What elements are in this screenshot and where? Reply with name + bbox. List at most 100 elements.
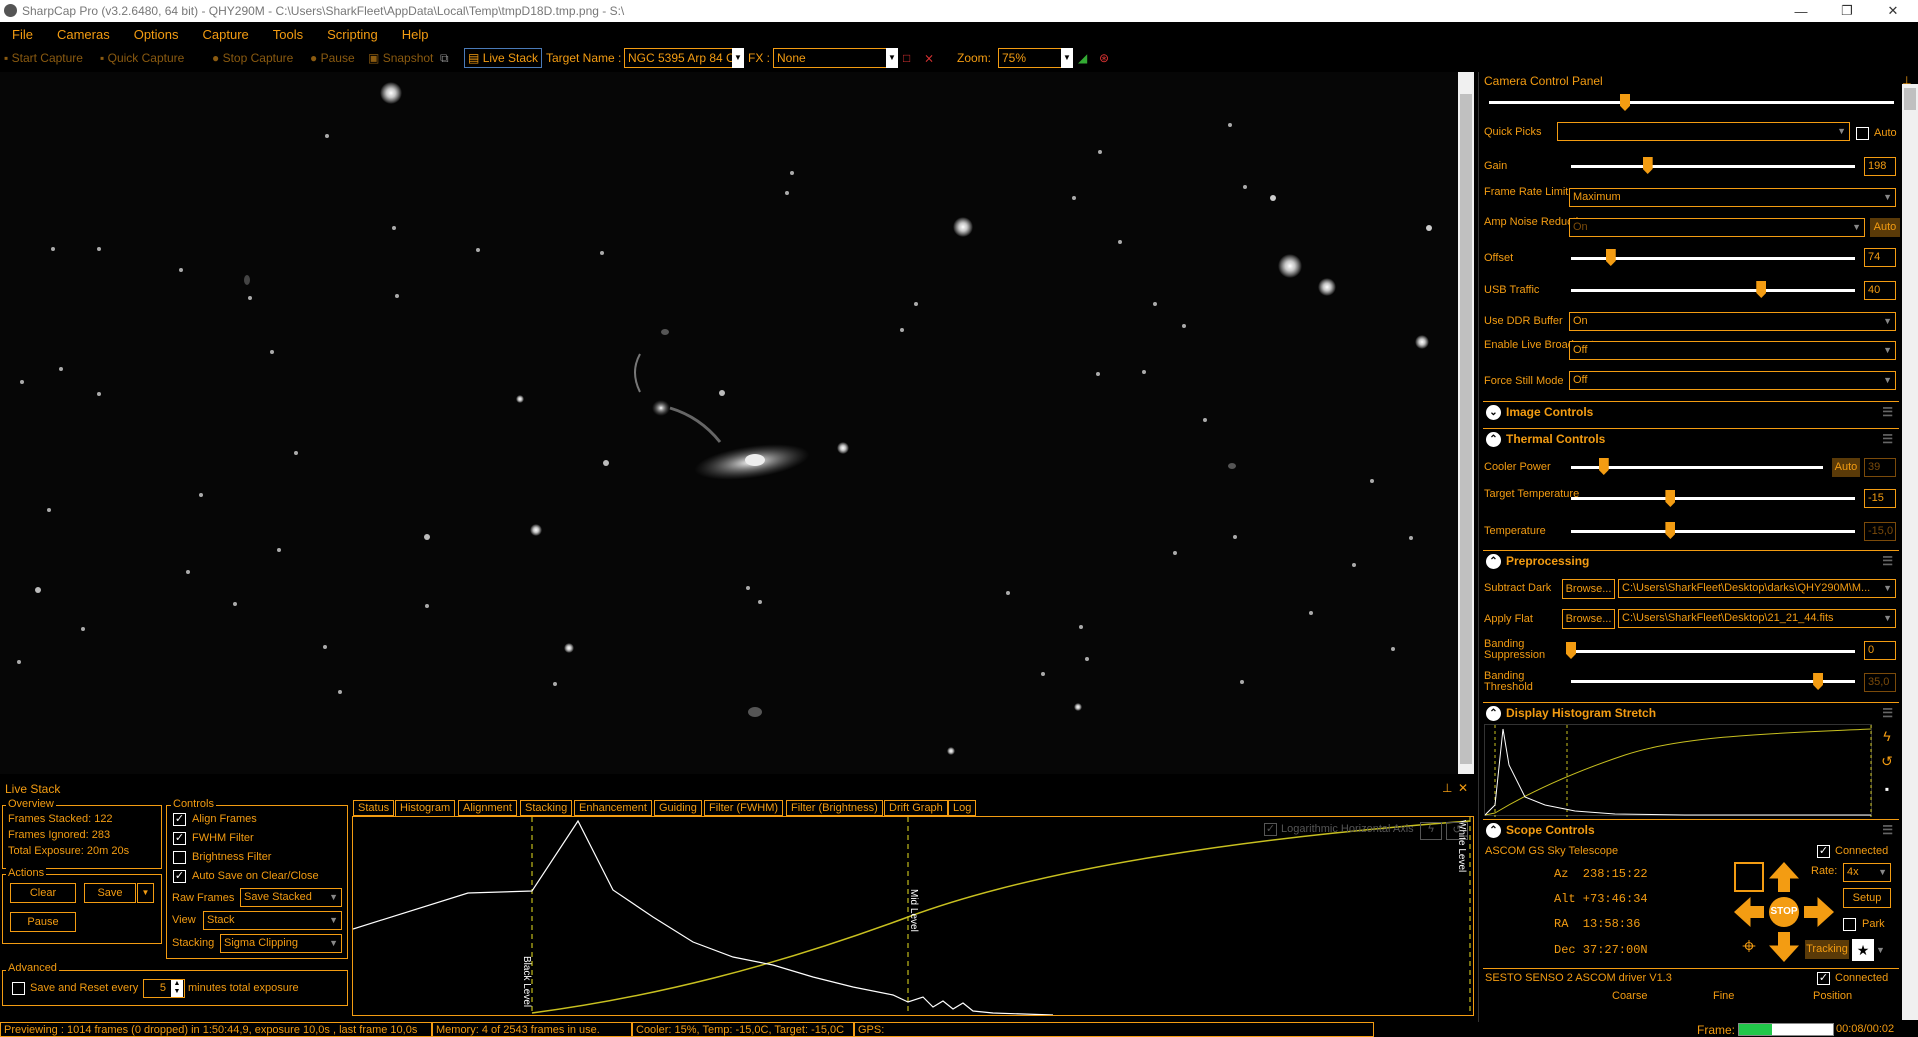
- amp-noise-auto-button[interactable]: Auto: [1870, 218, 1900, 237]
- menu-capture[interactable]: Capture: [191, 27, 261, 42]
- histogram-icon[interactable]: ◢: [1078, 49, 1087, 67]
- frame-rate-select[interactable]: Maximum ▼: [1569, 188, 1896, 207]
- crosshair-icon[interactable]: ⌖: [1734, 932, 1764, 962]
- live-stack-close-icon[interactable]: ✕: [1458, 781, 1468, 795]
- banding-threshold-value[interactable]: 35,0: [1864, 673, 1896, 692]
- tab-alignment[interactable]: Alignment: [458, 800, 517, 816]
- display-stretch-header[interactable]: ⌃ Display Histogram Stretch ☰: [1483, 702, 1899, 724]
- target-name-input[interactable]: NGC 5395 Arp 84 C: [624, 48, 742, 68]
- stretch-histogram[interactable]: [1484, 724, 1872, 817]
- menu-file[interactable]: File: [0, 27, 45, 42]
- focuser-connected-checkbox[interactable]: ✓: [1817, 972, 1830, 985]
- banding-threshold-slider-thumb[interactable]: [1813, 673, 1824, 690]
- live-stack-pin-icon[interactable]: ⊥: [1442, 781, 1452, 795]
- maximize-button[interactable]: ❐: [1824, 0, 1870, 22]
- panel-vertical-scrollbar[interactable]: [1902, 84, 1918, 1020]
- hamburger-menu-icon[interactable]: ☰: [1882, 432, 1893, 446]
- zoom-dropdown-icon[interactable]: ▼: [1061, 48, 1073, 68]
- reset-icon[interactable]: ↺: [1876, 753, 1898, 771]
- lightning-icon[interactable]: ϟ: [1876, 728, 1898, 746]
- panel-scrollbar-thumb[interactable]: [1904, 88, 1916, 110]
- scope-setup-button[interactable]: Setup: [1843, 888, 1891, 908]
- image-controls-header[interactable]: ⌄ Image Controls ☰: [1483, 401, 1899, 423]
- clear-button[interactable]: Clear: [10, 883, 76, 903]
- save-icon[interactable]: ▪: [1876, 782, 1898, 800]
- live-stack-button[interactable]: ▤ Live Stack: [464, 48, 543, 68]
- cooler-power-value[interactable]: 39: [1864, 458, 1896, 477]
- save-dropdown-icon[interactable]: ▼: [137, 883, 154, 903]
- cooler-power-slider[interactable]: [1571, 466, 1823, 469]
- thermal-controls-header[interactable]: ⌃ Thermal Controls ☰: [1483, 428, 1899, 450]
- reticle-square-icon[interactable]: □: [903, 49, 910, 67]
- histogram-auto-lightning-icon[interactable]: ϟ: [1420, 822, 1442, 840]
- histogram-reset-icon[interactable]: ↺: [1446, 822, 1468, 840]
- target-name-dropdown-icon[interactable]: ▼: [732, 48, 744, 68]
- target-temperature-slider-thumb[interactable]: [1665, 490, 1676, 507]
- stop-capture-button[interactable]: ● Stop Capture: [212, 49, 293, 67]
- raw-frames-select[interactable]: Save Stacked ▼: [240, 888, 342, 907]
- arrow-down-icon[interactable]: [1769, 932, 1799, 962]
- subtract-dark-browse-button[interactable]: Browse...: [1562, 579, 1615, 599]
- tab-guiding[interactable]: Guiding: [654, 800, 702, 816]
- menu-help[interactable]: Help: [390, 27, 441, 42]
- panel-top-slider-thumb[interactable]: [1620, 94, 1630, 111]
- tracking-dropdown-icon[interactable]: ▼: [1876, 939, 1892, 961]
- brightness-filter-checkbox[interactable]: [173, 851, 186, 864]
- gain-slider-thumb[interactable]: [1642, 157, 1653, 174]
- tab-enhancement[interactable]: Enhancement: [574, 800, 652, 816]
- subtract-dark-select[interactable]: C:\Users\SharkFleet\Desktop\darks\QHY290…: [1618, 579, 1896, 598]
- gain-value[interactable]: 198: [1864, 157, 1896, 176]
- banding-suppression-value[interactable]: 0: [1864, 641, 1896, 660]
- hamburger-menu-icon[interactable]: ☰: [1882, 706, 1893, 720]
- hamburger-menu-icon[interactable]: ☰: [1882, 554, 1893, 568]
- menu-tools[interactable]: Tools: [261, 27, 315, 42]
- apply-flat-select[interactable]: C:\Users\SharkFleet\Desktop\21_21_44.fit…: [1618, 609, 1896, 628]
- usb-traffic-slider-thumb[interactable]: [1756, 281, 1767, 298]
- snapshot-button[interactable]: ▣ Snapshot: [368, 49, 433, 67]
- close-button[interactable]: ✕: [1870, 0, 1916, 22]
- minutes-spinner-icon[interactable]: ▲ ▼: [171, 980, 183, 997]
- gain-slider[interactable]: [1571, 165, 1855, 168]
- hamburger-menu-icon[interactable]: ☰: [1882, 823, 1893, 837]
- pause-stack-button[interactable]: Pause: [10, 912, 76, 932]
- cooler-power-auto-button[interactable]: Auto: [1832, 458, 1860, 477]
- banding-threshold-slider[interactable]: [1571, 680, 1855, 683]
- tab-filter-fwhm[interactable]: Filter (FWHM): [704, 800, 784, 816]
- arrow-right-icon[interactable]: [1804, 897, 1834, 927]
- usb-traffic-value[interactable]: 40: [1864, 281, 1896, 300]
- panel-top-slider[interactable]: [1489, 101, 1894, 104]
- save-reset-checkbox[interactable]: [12, 982, 25, 995]
- stop-button[interactable]: STOP: [1769, 897, 1799, 927]
- start-capture-button[interactable]: ▪ Start Capture: [4, 49, 83, 67]
- park-checkbox[interactable]: [1843, 918, 1856, 931]
- star-icon[interactable]: ★: [1852, 939, 1874, 961]
- target-temperature-slider[interactable]: [1571, 497, 1855, 500]
- offset-slider-thumb[interactable]: [1605, 249, 1616, 266]
- tab-status[interactable]: Status: [353, 800, 395, 816]
- preprocessing-header[interactable]: ⌃ Preprocessing ☰: [1483, 550, 1899, 572]
- banding-suppression-slider[interactable]: [1571, 650, 1855, 653]
- tab-filter-brightness[interactable]: Filter (Brightness): [786, 800, 883, 816]
- tab-drift-graph[interactable]: Drift Graph: [884, 800, 948, 816]
- stacking-select[interactable]: Sigma Clipping ▼: [220, 934, 342, 953]
- menu-options[interactable]: Options: [122, 27, 191, 42]
- ddr-buffer-select[interactable]: On ▼: [1569, 312, 1896, 331]
- align-frames-checkbox[interactable]: ✓: [173, 813, 186, 826]
- auto-save-checkbox[interactable]: ✓: [173, 870, 186, 883]
- usb-traffic-slider[interactable]: [1571, 289, 1855, 292]
- quick-picks-auto-checkbox[interactable]: [1856, 127, 1869, 140]
- amp-noise-select[interactable]: On ▼: [1569, 218, 1865, 237]
- fwhm-filter-checkbox[interactable]: ✓: [173, 832, 186, 845]
- tab-log[interactable]: Log: [948, 800, 977, 816]
- live-broadcast-select[interactable]: Off ▼: [1569, 341, 1896, 360]
- quick-capture-button[interactable]: ▪ Quick Capture: [100, 49, 184, 67]
- scope-controls-header[interactable]: ⌃ Scope Controls ☰: [1483, 819, 1899, 841]
- hamburger-menu-icon[interactable]: ☰: [1882, 405, 1893, 419]
- menu-cameras[interactable]: Cameras: [45, 27, 122, 42]
- image-view[interactable]: [0, 72, 1458, 774]
- minimize-button[interactable]: —: [1778, 0, 1824, 22]
- scrollbar-thumb[interactable]: [1460, 94, 1472, 764]
- view-select[interactable]: Stack ▼: [203, 911, 342, 930]
- arrow-up-icon[interactable]: [1769, 862, 1799, 892]
- slew-target-icon[interactable]: [1734, 862, 1764, 892]
